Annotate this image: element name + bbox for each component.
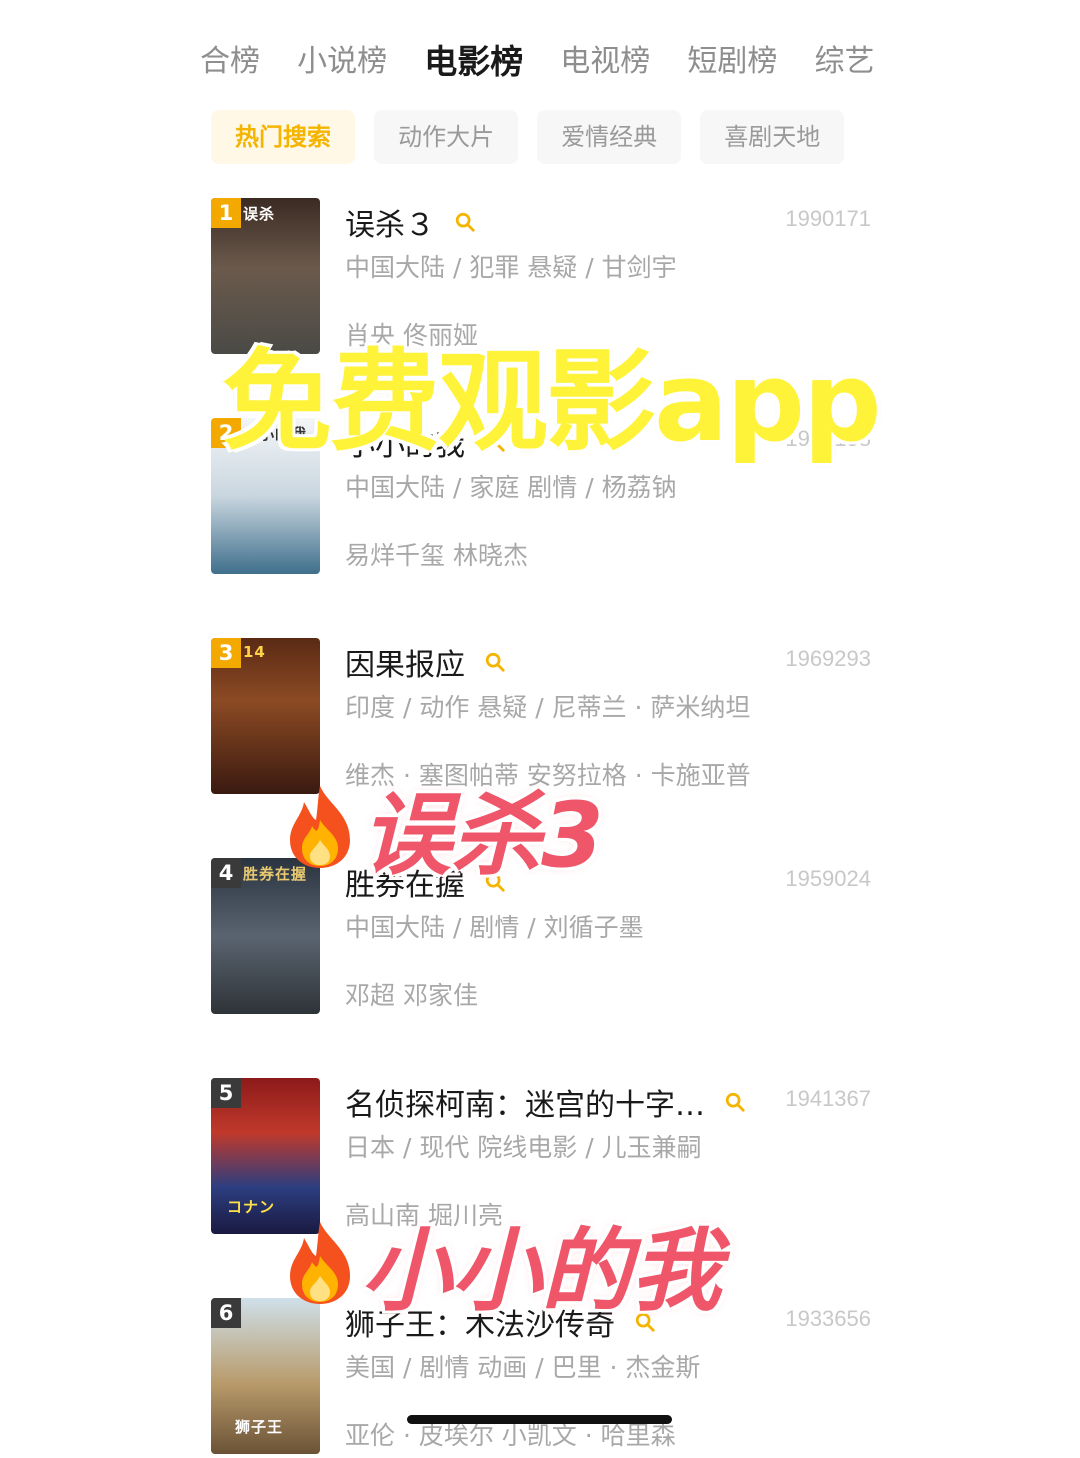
fire-icon — [290, 1222, 350, 1304]
tab-combined[interactable]: 合榜 — [200, 36, 260, 88]
movie-meta: 印度 / 动作 悬疑 / 尼蒂兰 · 萨米纳坦 — [345, 693, 751, 722]
movie-cast: 邓超 邓家佳 — [345, 981, 478, 1010]
home-indicator[interactable] — [407, 1415, 672, 1424]
ranking-tabs: 合榜 小说榜 电影榜 电视榜 短剧榜 综艺 — [200, 36, 882, 92]
movie-meta: 美国 / 剧情 动画 / 巴里 · 杰金斯 — [345, 1353, 701, 1382]
rank-badge: 1 — [211, 198, 241, 228]
rank-badge: 5 — [211, 1078, 241, 1108]
movie-meta: 中国大陆 / 剧情 / 刘循子墨 — [345, 913, 644, 942]
tab-tv[interactable]: 电视榜 — [560, 36, 650, 88]
poster-title: コナン — [227, 1198, 276, 1216]
rank-badge: 6 — [211, 1298, 241, 1328]
tab-variety[interactable]: 综艺 — [814, 36, 874, 88]
fire-tag-text: 小小的我 — [361, 1219, 722, 1324]
search-count: 1990171 — [785, 206, 871, 231]
tab-short-drama[interactable]: 短剧榜 — [687, 36, 777, 88]
chip-romance[interactable]: 爱情经典 — [537, 110, 682, 164]
poster-title: 14 — [243, 643, 266, 661]
tab-novel[interactable]: 小说榜 — [297, 36, 387, 88]
rank-badge: 3 — [211, 638, 241, 668]
poster-title: 误杀 — [243, 205, 276, 223]
fire-tag-text: 误杀3 — [361, 783, 604, 888]
chip-comedy[interactable]: 喜剧天地 — [700, 110, 845, 164]
search-icon[interactable] — [484, 651, 506, 673]
rank-badge: 4 — [211, 858, 241, 888]
search-count: 1941367 — [785, 1086, 871, 1111]
tab-movie[interactable]: 电影榜 — [424, 36, 523, 88]
chip-action[interactable]: 动作大片 — [374, 110, 519, 164]
category-chips: 热门搜索 动作大片 爱情经典 喜剧天地 — [211, 110, 858, 164]
movie-meta: 中国大陆 / 家庭 剧情 / 杨荔钠 — [345, 473, 677, 502]
fire-tag: 误杀3 — [284, 762, 604, 892]
promo-overlay-text: 免费观影app — [222, 338, 882, 466]
chip-hot-search[interactable]: 热门搜索 — [211, 110, 355, 164]
fire-tag: 小小的我 — [284, 1198, 721, 1328]
movie-title[interactable]: 因果报应 — [345, 648, 465, 683]
search-count: 1933656 — [785, 1306, 871, 1331]
search-icon[interactable] — [724, 1091, 746, 1113]
movie-title[interactable]: 误杀３ — [345, 208, 435, 243]
movie-meta: 日本 / 现代 院线电影 / 儿玉兼嗣 — [345, 1133, 702, 1162]
search-count: 1969293 — [785, 646, 871, 671]
movie-title[interactable]: 名侦探柯南：迷宫的十字… — [345, 1088, 705, 1123]
search-icon[interactable] — [454, 211, 476, 233]
movie-meta: 中国大陆 / 犯罪 悬疑 / 甘剑宇 — [345, 253, 677, 282]
movie-cast: 易烊千玺 林晓杰 — [345, 541, 528, 570]
search-count: 1959024 — [785, 866, 871, 891]
poster-title: 狮子王 — [235, 1418, 284, 1436]
fire-icon — [290, 786, 350, 868]
